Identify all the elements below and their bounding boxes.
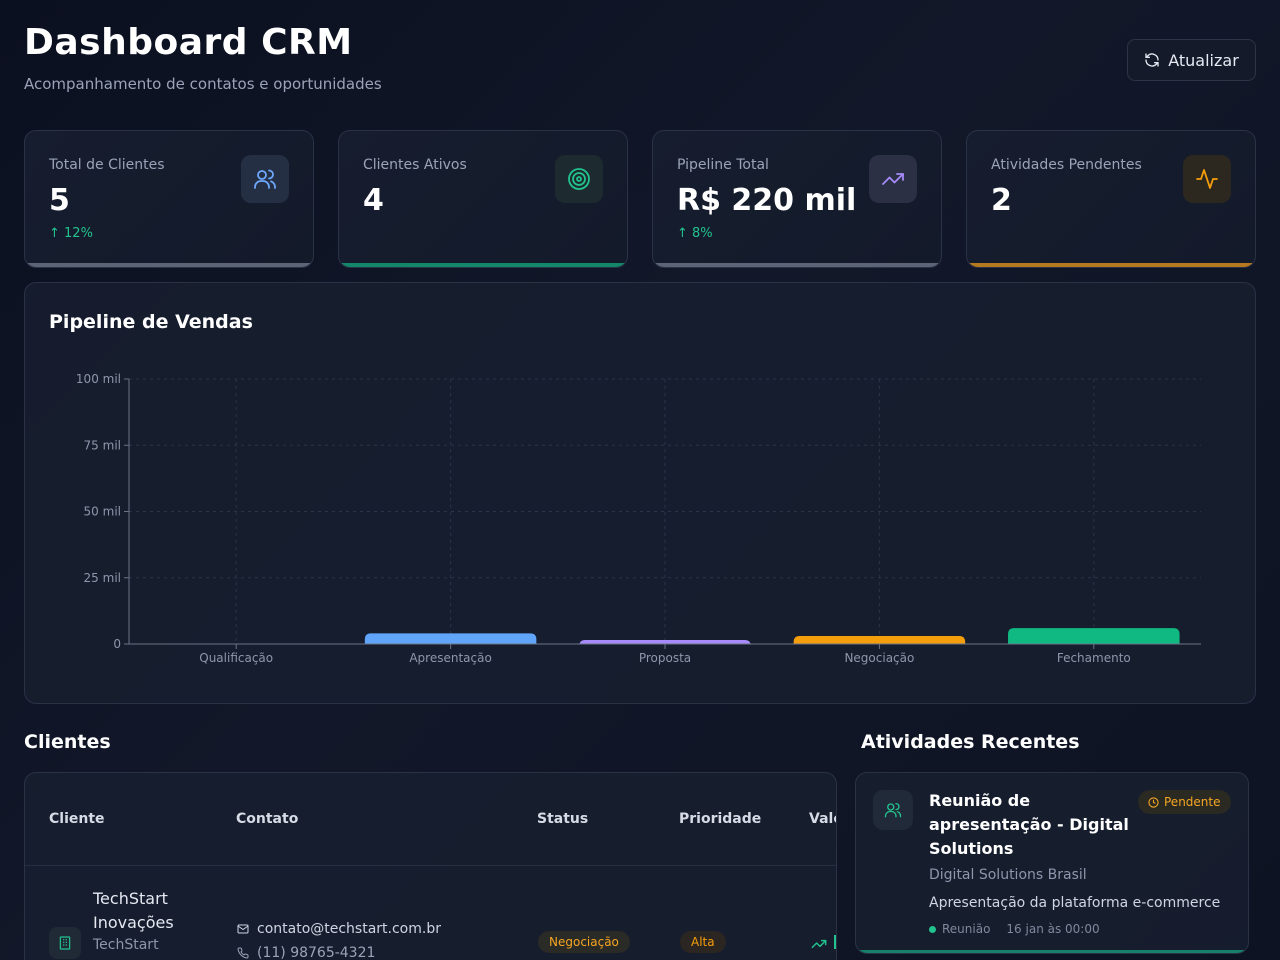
refresh-label: Atualizar — [1168, 50, 1239, 70]
bar-4 — [1008, 628, 1180, 644]
y-tick-label: 100 mil — [76, 372, 121, 386]
stat-label: Total de Clientes — [49, 157, 165, 173]
page-header: Dashboard CRM Acompanhamento de contatos… — [24, 22, 382, 93]
activity-status-badge: Pendente — [1138, 790, 1231, 814]
activity-accent-bar — [856, 950, 1248, 953]
stat-card-total-clients: Total de Clientes 5 ↑ 12% — [24, 130, 314, 268]
stat-card-pending-activities: Atividades Pendentes 2 — [966, 130, 1256, 268]
stat-card-pipeline-total: Pipeline Total R$ 220 mil ↑ 8% — [652, 130, 942, 268]
stat-trend: ↑ 8% — [677, 226, 713, 241]
column-header-contact[interactable]: Contato — [236, 811, 298, 827]
building-icon — [49, 927, 81, 959]
activity-type: Reunião — [942, 922, 991, 936]
stat-label: Clientes Ativos — [363, 157, 467, 173]
activity-meta: Reunião 16 jan às 00:00 — [929, 922, 1100, 936]
stat-value: R$ 220 mil — [677, 183, 857, 218]
x-tick-label: Apresentação — [409, 651, 491, 665]
activity-title: Reunião de apresentação - Digital Soluti… — [929, 791, 1129, 858]
mail-icon — [237, 924, 249, 934]
clients-section-title: Clientes — [24, 731, 111, 753]
y-tick-label: 50 mil — [84, 505, 121, 519]
client-name: TechStart Inovações — [93, 889, 174, 932]
activities-section-title: Atividades Recentes — [861, 731, 1080, 753]
stat-value: 5 — [49, 183, 70, 218]
stat-accent-bar — [25, 263, 313, 267]
x-tick-label: Qualificação — [199, 651, 273, 665]
stat-accent-bar — [339, 263, 627, 267]
stat-accent-bar — [967, 263, 1255, 267]
pipeline-chart: 0 25 mil 50 mil 75 mil 100 mil Qualificação Ap… — [76, 372, 1201, 665]
bar-3 — [793, 636, 966, 644]
trending-up-icon — [869, 155, 917, 203]
value-bar — [834, 935, 836, 949]
client-company: TechStart — [93, 937, 159, 953]
refresh-button[interactable]: Atualizar — [1127, 39, 1256, 81]
priority-badge: Alta — [680, 931, 726, 953]
refresh-icon — [1145, 53, 1159, 67]
stat-trend: ↑ 12% — [49, 226, 93, 241]
client-phone: (11) 98765-4321 — [237, 945, 375, 960]
stat-accent-bar — [653, 263, 941, 267]
activity-icon — [1183, 155, 1231, 203]
target-icon — [555, 155, 603, 203]
x-tick-label: Proposta — [639, 651, 691, 665]
activity-status-text: Pendente — [1164, 795, 1221, 809]
y-tick-label: 75 mil — [84, 438, 121, 452]
page-subtitle: Acompanhamento de contatos e oportunidad… — [24, 75, 382, 93]
client-phone-text: (11) 98765-4321 — [257, 945, 376, 960]
status-badge: Negociação — [538, 931, 630, 953]
stat-card-active-clients: Clientes Ativos 4 — [338, 130, 628, 268]
column-header-status[interactable]: Status — [537, 811, 588, 827]
stat-label: Atividades Pendentes — [991, 157, 1142, 173]
clock-icon — [1148, 796, 1159, 808]
trending-up-icon — [811, 936, 827, 956]
column-header-client[interactable]: Cliente — [49, 811, 105, 827]
x-tick-label: Fechamento — [1057, 651, 1131, 665]
stat-value: 2 — [991, 183, 1012, 218]
y-tick-label: 0 — [113, 637, 121, 651]
column-header-priority[interactable]: Prioridade — [679, 811, 761, 827]
client-email: contato@techstart.com.br — [237, 921, 441, 937]
stat-value: 4 — [363, 183, 384, 218]
clients-table: Cliente Contato Status Prioridade Valo T… — [24, 772, 837, 960]
phone-icon — [237, 947, 249, 959]
y-tick-label: 25 mil — [84, 571, 121, 585]
x-tick-label: Negociação — [844, 651, 914, 665]
activity-date: 16 jan às 00:00 — [1006, 922, 1100, 936]
users-icon — [241, 155, 289, 203]
activity-description: Apresentação da plataforma e-commerce — [929, 895, 1221, 911]
activity-type-dot — [929, 925, 936, 933]
bar-1 — [364, 633, 537, 644]
page-title: Dashboard CRM — [24, 22, 353, 63]
activity-company: Digital Solutions Brasil — [929, 867, 1087, 883]
column-header-value[interactable]: Valo — [809, 811, 836, 827]
activity-card[interactable]: Reunião de apresentação - Digital Soluti… — [855, 772, 1249, 954]
client-email-text: contato@techstart.com.br — [257, 921, 441, 937]
table-divider — [25, 865, 836, 866]
users-icon — [873, 790, 913, 830]
pipeline-chart-panel: Pipeline de Vendas 0 25 mil 50 mil 75 mil 10… — [24, 282, 1256, 704]
stat-label: Pipeline Total — [677, 157, 769, 173]
